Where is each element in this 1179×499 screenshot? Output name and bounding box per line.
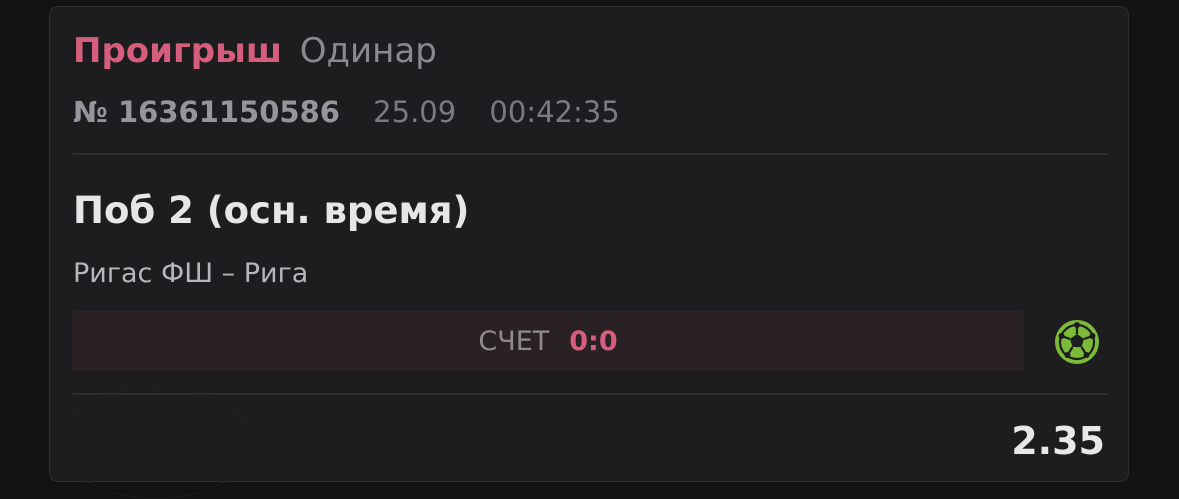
bet-type: Одинар [299,31,437,71]
score-bar: СЧЕТ 0:0 [72,311,1024,371]
bet-odds: 2.35 [1011,419,1105,463]
match-name[interactable]: Ригас ФШ – Рига [73,257,308,291]
bet-status-line: Проигрыш Одинар [73,31,437,71]
soccer-ball-icon [1055,320,1099,364]
background-decoration [60,387,252,499]
bet-time: 00:42:35 [489,95,620,129]
bet-meta: № 16361150586 25.09 00:42:35 [73,95,620,129]
divider [73,153,1107,155]
bet-outcome-title: Поб 2 (осн. время) [73,189,470,232]
score-label: СЧЕТ [478,325,550,357]
bet-status: Проигрыш [73,31,282,71]
bet-date: 25.09 [373,95,457,129]
score-value: 0:0 [569,325,618,357]
divider [73,393,1107,395]
bet-number: № 16361150586 [73,95,340,129]
bet-card[interactable]: Проигрыш Одинар № 16361150586 25.09 00:4… [49,6,1129,499]
